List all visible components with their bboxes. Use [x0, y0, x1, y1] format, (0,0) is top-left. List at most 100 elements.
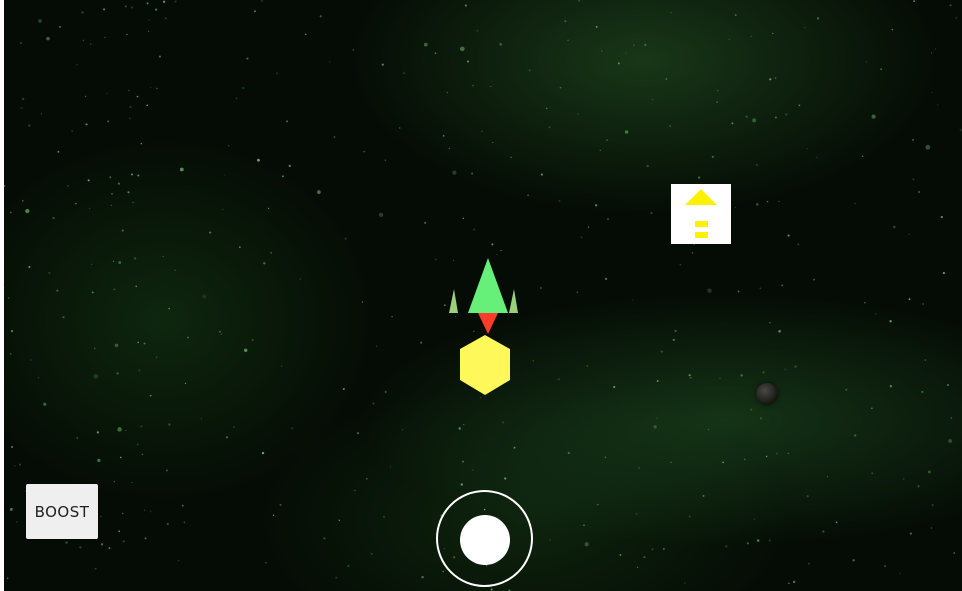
star	[187, 336, 189, 339]
star	[29, 359, 32, 361]
star	[545, 107, 548, 110]
star	[96, 431, 100, 434]
star	[87, 179, 90, 182]
star	[147, 30, 150, 33]
star	[549, 539, 551, 541]
star	[131, 482, 133, 484]
star	[117, 427, 122, 432]
star	[636, 566, 639, 569]
star	[806, 495, 809, 498]
star	[576, 291, 579, 294]
star	[446, 91, 449, 94]
star	[114, 343, 119, 348]
star	[633, 44, 635, 47]
star	[56, 289, 59, 292]
star	[381, 63, 384, 66]
star	[787, 234, 790, 237]
star	[955, 17, 958, 19]
star	[617, 62, 620, 65]
star	[335, 576, 338, 579]
star	[471, 469, 474, 472]
star	[375, 345, 378, 347]
star	[930, 527, 933, 529]
star	[606, 139, 609, 142]
star	[527, 194, 530, 197]
star	[719, 377, 721, 380]
star	[797, 243, 800, 246]
star	[804, 26, 806, 29]
star	[22, 97, 25, 101]
star	[4, 185, 6, 187]
star	[130, 6, 134, 9]
star	[59, 25, 61, 28]
star	[716, 89, 719, 92]
star	[580, 236, 583, 239]
star	[117, 182, 121, 185]
star	[110, 204, 112, 207]
star	[401, 428, 404, 431]
left-wing	[449, 289, 458, 313]
star	[852, 559, 855, 562]
star	[787, 452, 790, 455]
star	[28, 265, 31, 269]
star	[743, 458, 746, 461]
star	[93, 374, 99, 379]
star	[762, 371, 765, 374]
star	[18, 463, 22, 466]
right-wing	[509, 289, 518, 313]
star	[893, 225, 896, 229]
star	[595, 25, 598, 28]
star	[354, 489, 356, 492]
star	[949, 4, 952, 7]
star	[119, 456, 122, 459]
star	[140, 425, 143, 428]
star	[638, 467, 640, 469]
star	[937, 104, 939, 106]
star	[722, 461, 724, 464]
star	[19, 41, 23, 45]
star	[660, 350, 663, 353]
star	[106, 92, 108, 95]
star	[146, 2, 149, 5]
star	[557, 378, 560, 381]
star	[768, 539, 771, 542]
star	[347, 564, 350, 567]
star	[108, 547, 111, 550]
star	[559, 86, 562, 89]
star	[931, 504, 934, 507]
boost-button[interactable]: BOOST	[26, 484, 98, 539]
star	[25, 208, 30, 214]
star	[909, 532, 912, 535]
star	[750, 35, 752, 38]
star	[854, 202, 856, 205]
star	[532, 360, 534, 362]
star	[871, 114, 876, 119]
game-viewport[interactable]: BOOST	[4, 0, 962, 591]
star	[653, 425, 657, 429]
star	[864, 302, 866, 304]
star	[953, 552, 956, 554]
star	[698, 176, 701, 179]
star	[4, 287, 5, 289]
star	[305, 33, 307, 36]
star	[707, 288, 712, 293]
star	[118, 261, 122, 264]
star	[808, 562, 810, 565]
star	[75, 202, 77, 205]
star	[942, 271, 946, 275]
star	[540, 287, 542, 289]
star	[94, 567, 97, 570]
star	[902, 478, 905, 480]
star	[126, 33, 128, 36]
star	[85, 123, 88, 126]
star	[434, 52, 437, 55]
star	[280, 365, 283, 367]
star	[691, 252, 694, 254]
star	[62, 316, 65, 319]
star	[564, 20, 567, 23]
star	[162, 255, 164, 258]
joystick-knob[interactable]	[460, 515, 510, 565]
star	[40, 113, 43, 115]
star	[67, 185, 69, 187]
star	[143, 342, 146, 345]
